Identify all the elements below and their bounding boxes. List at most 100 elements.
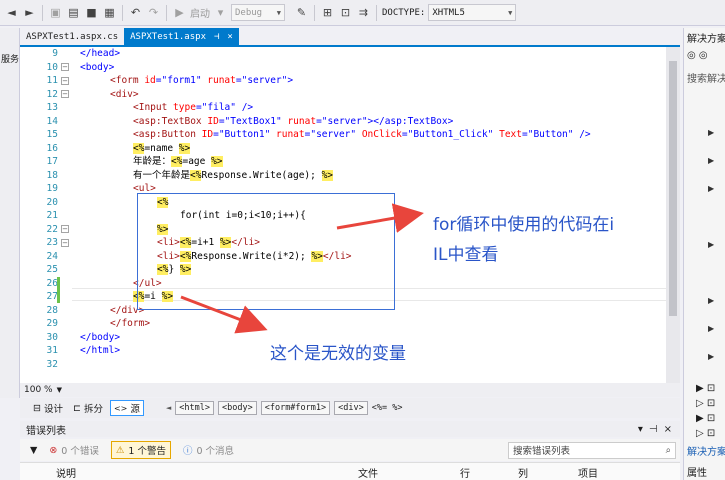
zoom-bar: 100 % ▼ [20, 383, 680, 397]
start-label[interactable]: 启动 [190, 5, 210, 20]
expand-icon[interactable]: ▶ [708, 324, 714, 333]
zoom-level[interactable]: 100 % [24, 385, 53, 395]
solution-explorer-tab[interactable]: 解决方案 [687, 443, 725, 458]
source-label: 源 [130, 404, 140, 415]
code-line-17: 年龄是：<%=age %> [133, 156, 223, 167]
code-line-13: <Input type="fila" /> [133, 102, 254, 113]
breadcrumb-div[interactable]: <div> [334, 401, 368, 415]
redo-icon[interactable]: ↷ [146, 5, 161, 20]
expand-icon[interactable]: ▶ [708, 352, 714, 361]
error-list-toolbar: ▼ ⊗ 0 个错误 ⚠ 1 个警告 ⓘ 0 个消息 搜索错误列表 ⌕ [20, 439, 680, 461]
line-number: 31 [46, 345, 58, 356]
line-number: 29 [46, 318, 58, 329]
navigate-icon[interactable]: ⇉ [356, 5, 371, 20]
column-col[interactable]: 列 [518, 465, 528, 480]
info-icon: ⓘ [182, 446, 193, 457]
start-icon[interactable]: ▶ [172, 5, 187, 20]
design-view-button[interactable]: ⊟ 设计 [30, 400, 66, 416]
server-explorer-label[interactable]: 服务 [1, 52, 19, 65]
annotation-note-1-line-2: IL中查看 [433, 245, 499, 265]
file-icon[interactable]: ▶ ⊡ [696, 413, 715, 424]
breadcrumb-body[interactable]: <body> [218, 401, 257, 415]
fold-toggle[interactable]: − [61, 225, 69, 233]
code-line-11: <form id="form1" runat="server"> [110, 75, 294, 86]
doctype-label: DOCTYPE: [382, 7, 426, 18]
line-number: 32 [46, 358, 58, 370]
tab-label: ASPXTest1.aspx.cs [26, 31, 119, 42]
column-description[interactable]: 说明 [56, 465, 76, 480]
scrollbar-thumb[interactable] [669, 61, 677, 316]
column-project[interactable]: 项目 [578, 465, 598, 480]
close-icon[interactable]: × [227, 32, 232, 42]
warnings-filter-button[interactable]: ⚠ 1 个警告 [110, 441, 171, 459]
new-project-icon[interactable]: ▣ [48, 5, 63, 20]
errors-filter-button[interactable]: ⊗ 0 个错误 [45, 441, 103, 459]
error-icon: ⊗ [49, 444, 58, 456]
line-number: 25 [46, 264, 58, 275]
fold-toggle[interactable]: − [61, 90, 69, 98]
browser-link-icon[interactable]: ✎ [294, 5, 309, 20]
forward-icon[interactable]: ► [22, 5, 37, 20]
properties-label[interactable]: 属性 [687, 464, 707, 479]
file-icon[interactable]: ▶ ⊡ [696, 383, 715, 394]
breadcrumb-form[interactable]: <form#form1> [260, 401, 331, 415]
breadcrumb-html[interactable]: <html> [175, 401, 214, 415]
home-icon[interactable]: ◎ ◎ [687, 50, 708, 61]
dropdown-icon[interactable]: ▾ [638, 424, 643, 435]
main-toolbar: ◄ ► ▣ ▤ ■ ▦ ↶ ↷ ▶ 启动 ▾ Debug ▼ ✎ ⊞ ⊡ ⇉ D… [0, 0, 725, 26]
save-all-icon[interactable]: ▦ [102, 5, 117, 20]
line-number: 28 [46, 304, 58, 316]
code-line-30: </body> [80, 331, 121, 343]
solution-search-input[interactable]: 搜索解决 [687, 70, 725, 85]
back-icon[interactable]: ◄ [4, 5, 19, 20]
code-line-10: <body> [80, 61, 115, 73]
source-view-button[interactable]: <> 源 [109, 400, 144, 416]
solution-config-select[interactable]: Debug ▼ [231, 4, 285, 21]
split-icon: ⊏ [72, 402, 81, 414]
expand-icon[interactable]: ▶ [708, 156, 714, 165]
code-line-31: </html> [80, 345, 121, 356]
fold-toggle[interactable]: − [61, 239, 69, 247]
breadcrumb-current[interactable]: <%= %> [372, 403, 403, 413]
line-number: 12 [46, 88, 58, 100]
expand-icon[interactable]: ▶ [708, 240, 714, 249]
line-number: 20 [46, 196, 58, 208]
file-icon[interactable]: ▷ ⊡ [696, 398, 715, 409]
chevron-left-icon[interactable]: ◄ [166, 404, 171, 412]
messages-filter-button[interactable]: ⓘ 0 个消息 [179, 441, 238, 459]
open-file-icon[interactable]: ▤ [66, 5, 81, 20]
pin-icon[interactable]: ⊣ [214, 32, 219, 42]
split-view-button[interactable]: ⊏ 拆分 [70, 400, 106, 416]
code-line-16: <%=name %> [133, 142, 191, 154]
tab-aspx[interactable]: ASPXTest1.aspx ⊣ × [124, 28, 239, 45]
code-line-12: <div> [110, 88, 139, 100]
filter-icon[interactable]: ▼ [30, 445, 37, 456]
format-icon[interactable]: ⊞ [320, 5, 335, 20]
comment-icon[interactable]: ⊡ [338, 5, 353, 20]
error-search-input[interactable]: 搜索错误列表 ⌕ [508, 441, 676, 459]
expand-icon[interactable]: ▶ [708, 128, 714, 137]
design-icon: ⊟ [33, 402, 41, 414]
save-icon[interactable]: ■ [84, 5, 99, 20]
tab-aspx-cs[interactable]: ASPXTest1.aspx.cs [20, 28, 124, 45]
line-number: 21 [46, 210, 58, 221]
chevron-down-icon[interactable]: ▾ [213, 5, 228, 20]
fold-toggle[interactable]: − [61, 77, 69, 85]
line-number: 14 [46, 115, 58, 127]
code-line-18: 有一个年龄是<%Response.Write(age); %> [133, 169, 334, 181]
editor-vertical-scrollbar[interactable] [666, 47, 680, 383]
pin-icon[interactable]: ⊣ [649, 424, 658, 435]
code-line-9: </head> [80, 48, 121, 59]
file-icon[interactable]: ▷ ⊡ [696, 428, 715, 439]
change-marker [57, 290, 60, 303]
expand-icon[interactable]: ▶ [708, 184, 714, 193]
doctype-select[interactable]: XHTML5 ▼ [428, 4, 517, 21]
fold-toggle[interactable]: − [61, 63, 69, 71]
expand-icon[interactable]: ▶ [708, 296, 714, 305]
column-line[interactable]: 行 [460, 465, 470, 480]
column-file[interactable]: 文件 [358, 465, 378, 480]
undo-icon[interactable]: ↶ [128, 5, 143, 20]
close-icon[interactable]: × [664, 424, 672, 435]
chevron-down-icon[interactable]: ▼ [57, 386, 62, 394]
server-explorer-panel[interactable]: 服务 [0, 28, 20, 398]
